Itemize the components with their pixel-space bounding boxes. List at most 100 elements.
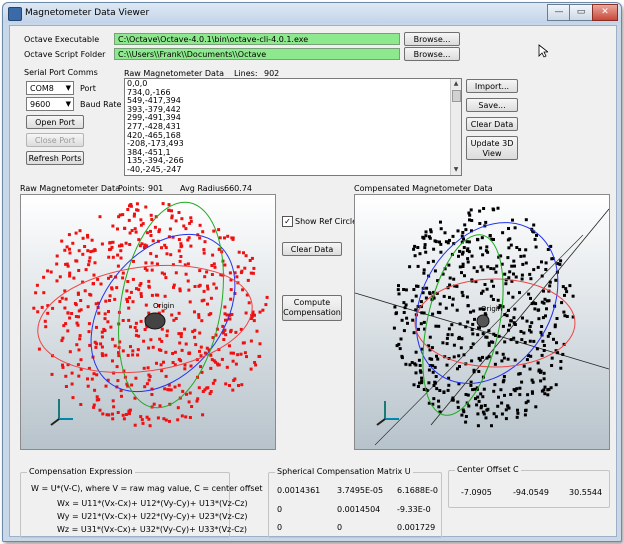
close-port-button[interactable]: Close Port — [26, 133, 84, 147]
data-point — [113, 297, 117, 301]
baud-label: Baud Rate — [80, 100, 122, 109]
data-point — [491, 340, 495, 344]
raw-data-row[interactable]: -208,-173,493 — [127, 140, 459, 149]
data-point — [428, 335, 432, 339]
data-point — [428, 236, 432, 240]
browse-folder-button[interactable]: Browse... — [404, 47, 460, 61]
data-point — [501, 324, 505, 328]
data-point — [43, 319, 47, 323]
maximize-button[interactable]: ▭ — [569, 4, 593, 21]
data-point — [165, 334, 169, 338]
data-point — [131, 353, 135, 357]
data-point — [544, 268, 548, 271]
clear-view-button[interactable]: Clear Data — [282, 242, 342, 256]
data-point — [79, 308, 83, 312]
raw-data-scrollbar[interactable]: ▲ ▼ — [450, 79, 461, 175]
data-point — [95, 395, 99, 399]
data-point — [68, 350, 72, 354]
data-point — [258, 342, 262, 346]
app-window: Magnetometer Data Viewer — ▭ ✕ Octave Ex… — [2, 2, 622, 542]
lines-value: 902 — [264, 69, 280, 78]
data-point — [529, 296, 532, 300]
data-point — [513, 264, 516, 268]
data-point — [502, 375, 506, 378]
raw-3d-view[interactable]: Origin — [20, 194, 276, 450]
data-point — [197, 313, 201, 317]
import-button[interactable]: Import... — [466, 79, 518, 93]
data-point — [451, 234, 455, 238]
clear-data-button[interactable]: Clear Data — [466, 117, 518, 131]
data-point — [540, 260, 543, 264]
data-point — [512, 388, 516, 392]
matrix-u13: 6.1688E-0 — [397, 486, 439, 495]
compute-compensation-button[interactable]: Compute Compensation — [282, 295, 342, 321]
raw-data-row[interactable]: -124,37,-202 — [127, 174, 459, 175]
data-point — [478, 209, 482, 213]
refresh-ports-button[interactable]: Refresh Ports — [26, 151, 84, 165]
data-point — [458, 365, 461, 368]
data-point — [239, 352, 243, 356]
data-point — [540, 325, 544, 328]
data-point — [144, 205, 148, 209]
data-point — [229, 297, 233, 301]
data-point — [476, 333, 480, 337]
script-folder-field[interactable]: C:\\Users\\Frank\\Documents\\Octave — [114, 48, 400, 60]
data-point — [476, 395, 480, 399]
minimize-button[interactable]: — — [547, 4, 571, 21]
data-point — [460, 337, 464, 341]
save-button[interactable]: Save... — [466, 98, 518, 112]
close-button[interactable]: ✕ — [592, 4, 618, 21]
raw-data-list[interactable]: 0,0,0 734,0,-166 549,-417,394 393,-379,442 2… — [124, 78, 462, 176]
data-point — [471, 332, 475, 336]
data-point — [500, 401, 504, 405]
scroll-up-icon[interactable]: ▲ — [451, 79, 461, 89]
scroll-down-icon[interactable]: ▼ — [451, 165, 461, 175]
data-point — [70, 382, 74, 386]
data-point — [184, 227, 188, 231]
data-point — [139, 223, 143, 227]
data-point — [395, 311, 398, 315]
data-point — [525, 358, 529, 362]
raw-data-row[interactable]: 0,0,0 — [127, 79, 459, 89]
update-3d-view-button[interactable]: Update 3D View — [466, 136, 518, 160]
data-point — [205, 270, 209, 274]
chevron-down-icon: ▼ — [65, 100, 71, 108]
lines-label: Lines: — [234, 69, 258, 78]
data-point — [467, 240, 471, 244]
data-point — [154, 293, 158, 297]
data-point — [526, 393, 530, 397]
octave-exe-field[interactable]: C:\Octave\Octave-4.0.1\bin\octave-cli-4.… — [114, 33, 400, 45]
data-point — [177, 211, 181, 214]
data-point — [429, 228, 433, 232]
open-port-button[interactable]: Open Port — [26, 115, 84, 129]
data-point — [68, 251, 72, 255]
browse-exe-button[interactable]: Browse... — [404, 32, 460, 46]
data-point — [469, 310, 472, 314]
data-point — [66, 329, 70, 333]
data-point — [495, 264, 499, 268]
data-point — [93, 340, 97, 344]
data-point — [135, 287, 138, 291]
data-point — [228, 344, 231, 348]
data-point — [489, 294, 493, 298]
data-point — [202, 248, 206, 252]
data-point — [209, 366, 213, 370]
data-point — [539, 330, 543, 334]
data-point — [169, 253, 173, 257]
data-point — [111, 359, 114, 363]
data-point — [99, 282, 103, 286]
port-select[interactable]: COM8 ▼ — [26, 81, 74, 95]
data-point — [437, 405, 441, 409]
scroll-thumb[interactable] — [452, 90, 461, 102]
data-point — [90, 238, 94, 242]
data-point — [92, 273, 96, 277]
data-point — [144, 261, 148, 265]
data-point — [187, 400, 191, 404]
data-point — [150, 268, 154, 272]
data-point — [113, 344, 117, 348]
data-point — [447, 383, 451, 387]
data-point — [211, 253, 215, 257]
show-ref-checkbox[interactable]: ✓ — [282, 216, 293, 227]
compensated-3d-view[interactable]: Origin — [354, 194, 610, 450]
baud-select[interactable]: 9600 ▼ — [26, 97, 74, 111]
